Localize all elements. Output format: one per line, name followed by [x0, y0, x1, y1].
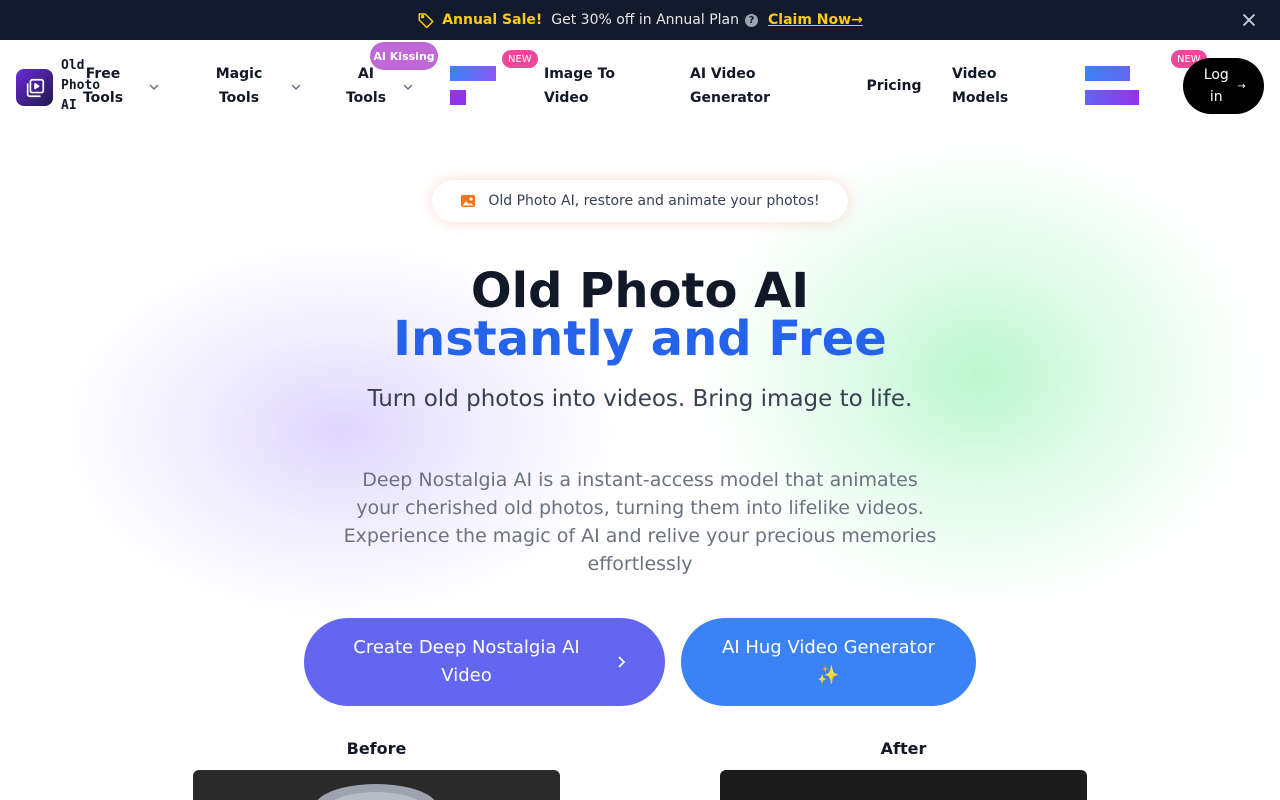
before-label: Before: [346, 739, 407, 758]
hug-video-button[interactable]: AI Hug Video Generator ✨: [681, 618, 976, 706]
chevron-right-icon: [617, 656, 625, 668]
sale-label: Annual Sale!: [442, 12, 543, 28]
chevron-down-icon[interactable]: [147, 80, 161, 94]
create-video-button[interactable]: Create Deep Nostalgia AI Video: [304, 618, 665, 706]
hero-description: Deep Nostalgia AI is a instant-access mo…: [343, 469, 937, 575]
login-label: Log in: [1203, 67, 1229, 105]
chevron-down-icon[interactable]: [401, 80, 415, 94]
promo-bar[interactable]: [450, 66, 496, 81]
claim-now-link[interactable]: Claim Now→: [768, 12, 863, 28]
chevron-down-icon[interactable]: [289, 80, 303, 94]
hero-title: Old Photo AI: [470, 263, 810, 319]
before-image: [193, 770, 560, 800]
promo-bar[interactable]: [1085, 90, 1139, 105]
arrow-right-icon: →: [1237, 80, 1246, 92]
promo-bar[interactable]: [450, 90, 466, 105]
hero-subtitle: Turn old photos into videos. Bring image…: [367, 386, 913, 412]
nav-ai-video-generator[interactable]: AI Video Generator: [690, 62, 780, 110]
main-nav: Old Photo AI Free Tools Magic Tools AI K…: [0, 40, 1280, 132]
nav-image-to-video[interactable]: Image To Video: [544, 62, 624, 110]
promo-bar[interactable]: [1085, 66, 1130, 81]
after-image: [720, 770, 1087, 800]
nav-ai-tools[interactable]: AI Tools: [343, 62, 389, 110]
nav-magic-tools[interactable]: Magic Tools: [214, 62, 264, 110]
new-badge: NEW: [502, 50, 538, 68]
image-icon: [461, 195, 476, 207]
nav-pricing[interactable]: Pricing: [864, 74, 924, 98]
after-label: After: [880, 739, 927, 758]
nav-free-tools[interactable]: Free Tools: [82, 62, 124, 110]
create-video-label: Create Deep Nostalgia AI Video: [353, 637, 580, 686]
close-icon[interactable]: [1240, 11, 1258, 29]
login-button[interactable]: Log in →: [1183, 58, 1264, 114]
hug-video-label: AI Hug Video Generator ✨: [722, 637, 935, 686]
announcement-bar: Annual Sale! Get 30% off in Annual Plan …: [0, 0, 1280, 40]
pill-text: Old Photo AI, restore and animate your p…: [488, 193, 820, 209]
logo-icon[interactable]: [16, 69, 53, 106]
nav-video-models[interactable]: Video Models: [952, 62, 1014, 110]
offer-text: Get 30% off in Annual Plan: [551, 12, 740, 28]
help-icon[interactable]: ?: [745, 13, 759, 27]
tag-icon: [417, 11, 435, 29]
hero-title-accent: Instantly and Free: [393, 311, 887, 367]
hero-pill: Old Photo AI, restore and animate your p…: [432, 180, 848, 222]
